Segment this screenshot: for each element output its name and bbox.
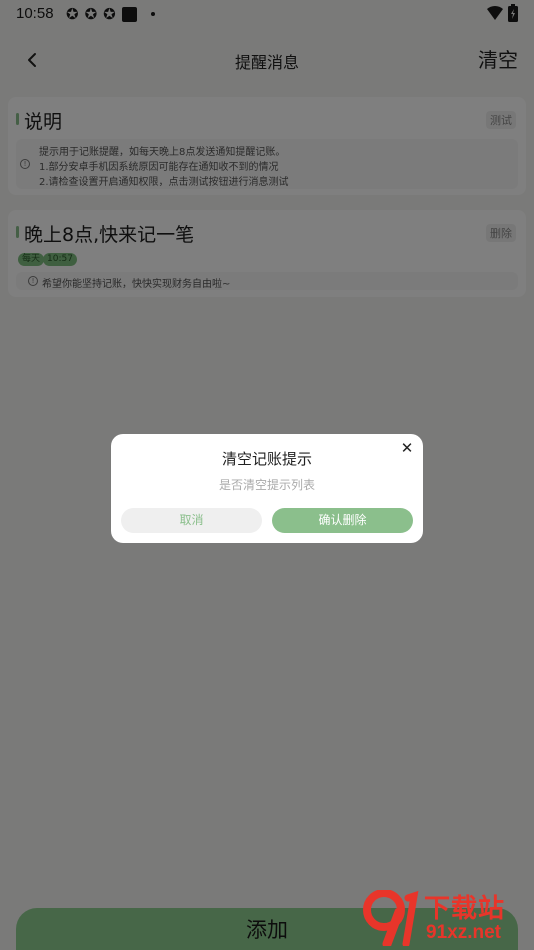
clear-confirm-dialog: ✕ 清空记账提示 是否清空提示列表 取消 确认删除 <box>111 434 423 543</box>
dialog-subtitle: 是否清空提示列表 <box>218 478 315 492</box>
watermark-title: 下载站 <box>424 893 506 923</box>
cancel-button[interactable]: 取消 <box>121 508 262 533</box>
app-screen: 10:58 ✪ ✪ ✪ 提醒消息 清空 <box>0 0 534 950</box>
confirm-delete-button[interactable]: 确认删除 <box>272 508 413 533</box>
dialog-title: 清空记账提示 <box>221 450 312 468</box>
watermark-domain: 91xz.net <box>426 922 501 943</box>
watermark-logo-icon <box>363 890 419 946</box>
watermark: 下载站 91xz.net <box>362 888 532 948</box>
